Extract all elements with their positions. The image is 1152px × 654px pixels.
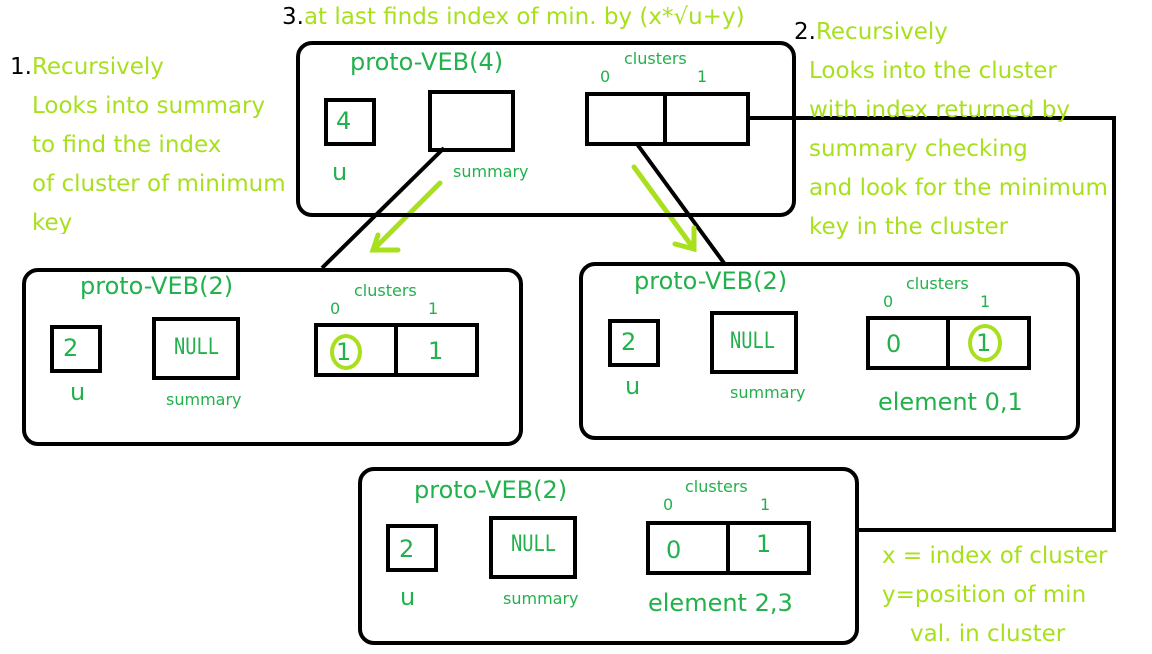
- node-title: proto-VEB(2): [634, 267, 788, 295]
- cluster-index: 0: [883, 292, 894, 311]
- step2-line: with index returned by: [809, 97, 1070, 123]
- summary-cell: NULL: [152, 317, 240, 380]
- step2-line: and look for the minimum: [809, 175, 1108, 201]
- u-label: u: [332, 158, 348, 186]
- summary-cell: NULL: [710, 311, 798, 374]
- cluster-0-cell: 0: [866, 316, 950, 370]
- cluster-0-cell: 0: [646, 521, 730, 575]
- cluster-index: 1: [980, 292, 991, 311]
- u-value: 4: [336, 107, 352, 135]
- u-label: u: [70, 378, 86, 406]
- cluster-value: 1: [428, 337, 444, 365]
- node-title: proto-VEB(4): [350, 48, 504, 76]
- legend-line: x = index of cluster: [882, 543, 1108, 569]
- cluster-1-cell: 1: [946, 316, 1031, 370]
- step2-line: Looks into the cluster: [809, 58, 1057, 84]
- u-cell: 2: [50, 325, 102, 373]
- step3-text: at last finds index of min. by (x*√u+y): [303, 4, 745, 30]
- step2-number: 2.: [794, 19, 816, 45]
- step2-line: summary checking: [809, 136, 1028, 162]
- cluster-index: 1: [428, 299, 439, 318]
- node-caption: element 0,1: [878, 388, 1023, 416]
- step1-line: key: [32, 210, 73, 234]
- summary-value: NULL: [173, 335, 220, 360]
- cluster-index: 0: [600, 67, 611, 86]
- summary-label: summary: [730, 383, 806, 402]
- step3-annotation: 3.at last finds index of min. by (x*√u+y…: [282, 4, 745, 30]
- cluster-value: 0: [886, 330, 902, 358]
- summary-value: NULL: [510, 532, 557, 557]
- u-cell: 2: [386, 524, 438, 572]
- step1-annotation: 1.Recursively Looks into summary to find…: [10, 48, 286, 234]
- step1-line: Looks into summary: [32, 93, 266, 119]
- step2-line: key in the cluster: [809, 214, 1009, 240]
- node-title: proto-VEB(2): [80, 272, 234, 300]
- summary-label: summary: [503, 589, 579, 608]
- step1-line: Recursively: [31, 54, 164, 80]
- node-title: proto-VEB(2): [414, 476, 568, 504]
- xy-legend: x = index of cluster y=position of min v…: [882, 537, 1107, 654]
- cluster-1-cell: 1: [394, 323, 479, 377]
- u-label: u: [400, 583, 416, 611]
- cluster-value: 0: [666, 536, 682, 564]
- summary-cell: [428, 90, 515, 152]
- step2-line: Recursively: [815, 19, 948, 45]
- cluster-0-cell: 1: [314, 323, 398, 377]
- cluster-0-cell: [585, 92, 667, 146]
- cluster-1-cell: [663, 92, 750, 146]
- clusters-label: clusters: [624, 49, 687, 68]
- step1-line: of cluster of minimum: [32, 171, 286, 197]
- cluster-index: 1: [760, 495, 771, 514]
- clusters-label: clusters: [685, 477, 748, 496]
- clusters-label: clusters: [906, 274, 969, 293]
- u-cell: 2: [608, 319, 660, 367]
- u-value: 2: [399, 535, 415, 563]
- summary-label: summary: [453, 162, 529, 181]
- step1-line: to find the index: [32, 132, 222, 158]
- node-caption: element 2,3: [648, 589, 793, 617]
- cluster-1-cell: 1: [726, 521, 811, 575]
- u-cell: 4: [324, 98, 376, 146]
- legend-line: y=position of min: [882, 582, 1087, 608]
- step1-number: 1.: [10, 54, 32, 80]
- step3-number: 3.: [282, 4, 304, 30]
- u-value: 2: [63, 334, 79, 362]
- summary-cell: NULL: [489, 516, 577, 579]
- cluster-value: 1: [756, 530, 772, 558]
- clusters-label: clusters: [354, 281, 417, 300]
- highlight-circle: [968, 324, 1002, 362]
- step2-annotation: 2.Recursively Looks into the cluster wit…: [794, 13, 1108, 247]
- cluster-index: 0: [330, 299, 341, 318]
- u-label: u: [625, 372, 641, 400]
- summary-value: NULL: [729, 329, 776, 354]
- highlight-circle: [330, 334, 362, 370]
- summary-label: summary: [166, 390, 242, 409]
- cluster-index: 0: [663, 495, 674, 514]
- u-value: 2: [621, 328, 637, 356]
- legend-line: val. in cluster: [910, 621, 1066, 647]
- cluster-index: 1: [697, 67, 708, 86]
